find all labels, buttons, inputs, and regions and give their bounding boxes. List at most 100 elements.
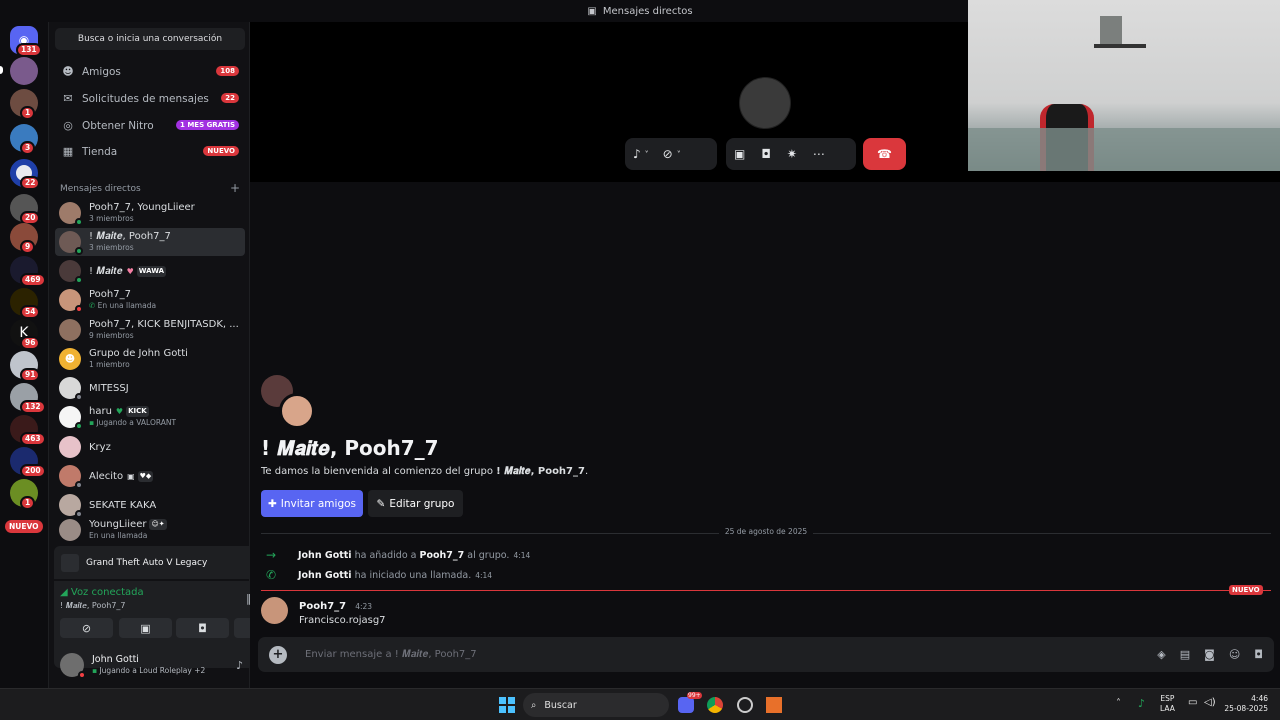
dm-item[interactable]: Pooh7_7, YoungLiieer 3 miembros: [55, 199, 245, 227]
avatar: [59, 465, 83, 489]
message-author[interactable]: Pooh7_7: [299, 601, 346, 612]
server-icon[interactable]: 463: [10, 415, 46, 446]
call-tools: ▣ ◘ ✷ ⋯: [726, 138, 856, 170]
screen-share-button[interactable]: ▣: [119, 618, 172, 638]
emoji-icon[interactable]: ☺: [1229, 648, 1240, 661]
nav-message-requests[interactable]: ✉ Solicitudes de mensajes 22: [55, 87, 245, 111]
server-icon[interactable]: 200: [10, 447, 46, 478]
nav-nitro[interactable]: ◎ Obtener Nitro 1 MES GRATIS: [55, 114, 245, 138]
home-button[interactable]: ◉ 131: [10, 26, 42, 57]
dm-item[interactable]: Alecito ▣ ♥◆: [55, 462, 245, 490]
screen-share-icon[interactable]: ▣: [734, 147, 745, 161]
video-off-icon[interactable]: ⊘: [663, 147, 673, 161]
search-conversation-button[interactable]: Busca o inicia una conversación: [55, 28, 245, 50]
chevron-down-icon[interactable]: ˅: [677, 150, 681, 159]
user-name: John Gotti: [92, 654, 139, 665]
game-icon: ◘: [198, 621, 207, 635]
speaking-avatar[interactable]: [739, 77, 791, 129]
nav-badge: 108: [216, 66, 239, 76]
server-badge: 132: [20, 400, 46, 414]
server-icon[interactable]: 132: [10, 383, 46, 414]
message-composer[interactable]: + Enviar mensaje a ! 𝑴𝒂𝒊𝒕𝒆, Pooh7_7 ◈ ▤ …: [258, 637, 1274, 672]
server-icon[interactable]: [10, 57, 38, 85]
more-icon[interactable]: ⋯: [813, 147, 825, 161]
welcome-suffix: .: [584, 466, 589, 477]
server-badge: 54: [20, 305, 41, 319]
mic-controls[interactable]: ♪ ˅ ⊘ ˅: [625, 138, 717, 170]
status-dot: [78, 671, 86, 679]
nav-friends[interactable]: ☻ Amigos 108: [55, 60, 245, 84]
taskbar-chrome[interactable]: [707, 697, 723, 713]
avatar: [59, 231, 83, 255]
server-icon[interactable]: 9: [10, 223, 38, 254]
dm-item[interactable]: Pooh7_7, KICK BENJITASDK, ... 9 miembros: [55, 316, 245, 344]
volume-icon[interactable]: ◁): [1204, 697, 1216, 708]
gif-icon[interactable]: ▤: [1180, 648, 1190, 661]
clock[interactable]: 4:46 25-08-2025: [1222, 694, 1268, 714]
server-icon[interactable]: 54: [10, 288, 41, 319]
voice-status[interactable]: ◢ Voz conectada: [60, 587, 144, 598]
dm-item[interactable]: SEKATE KAKA: [55, 491, 245, 519]
dm-item[interactable]: ! 𝑴𝒂𝒊𝒕𝒆 ♥ WAWA: [55, 257, 245, 285]
dm-item[interactable]: Pooh7_7 ✆ En una llamada: [55, 286, 245, 314]
user-avatar[interactable]: [60, 653, 86, 679]
add-dm-icon[interactable]: +: [230, 182, 240, 194]
game-icon[interactable]: ◘: [1254, 648, 1263, 661]
dm-item[interactable]: MITESSJ: [55, 374, 245, 402]
server-icon[interactable]: 20: [10, 194, 41, 225]
dm-item[interactable]: haru ♥ KICK ▪ Jugando a VALORANT: [55, 403, 245, 431]
avatar: [59, 406, 83, 430]
server-icon[interactable]: 3: [10, 124, 38, 155]
taskbar-app[interactable]: [766, 697, 782, 713]
camera-preview[interactable]: [968, 0, 1280, 171]
dm-name: YoungLiieer: [89, 519, 147, 530]
mic-tray-icon[interactable]: ♪: [1138, 697, 1145, 710]
game-icon[interactable]: ◘: [761, 147, 771, 161]
dm-item[interactable]: ☻ Grupo de John Gotti 1 miembro: [55, 345, 245, 373]
new-servers-badge[interactable]: NUEVO: [5, 520, 43, 533]
start-button[interactable]: [499, 697, 515, 713]
taskbar-discord[interactable]: 99+: [678, 692, 702, 713]
taskbar-app[interactable]: [737, 697, 753, 713]
composer-placeholder[interactable]: Enviar mensaje a ! 𝑴𝒂𝒊𝒕𝒆, Pooh7_7: [305, 649, 477, 660]
add-attachment-icon[interactable]: +: [269, 645, 287, 664]
camera-off-button[interactable]: ⊘: [60, 618, 113, 638]
taskbar-search[interactable]: ⌕ Buscar: [523, 693, 669, 717]
soundboard-icon[interactable]: ✷: [787, 147, 797, 161]
mic-icon[interactable]: ♪: [236, 659, 243, 672]
server-icon[interactable]: 91: [10, 351, 41, 382]
gift-icon[interactable]: ◈: [1157, 648, 1165, 661]
edit-group-button[interactable]: ✎ Editar grupo: [368, 490, 463, 517]
server-icon[interactable]: 22: [10, 159, 41, 190]
sys-actor[interactable]: John Gotti: [298, 550, 352, 561]
server-icon[interactable]: 469: [10, 256, 46, 287]
nav-shop[interactable]: ▦ Tienda NUEVO: [55, 140, 245, 164]
chevron-down-icon[interactable]: ˅: [645, 150, 649, 159]
dm-section-header: Mensajes directos +: [60, 182, 240, 194]
dm-item-selected[interactable]: ! 𝑴𝒂𝒊𝒕𝒆, Pooh7_7 3 miembros: [55, 228, 245, 256]
language-indicator[interactable]: ESP LAA: [1160, 694, 1175, 714]
server-icon[interactable]: 1: [10, 479, 38, 510]
mic-icon[interactable]: ♪: [633, 147, 641, 161]
chevron-up-icon[interactable]: ˄: [1116, 698, 1121, 709]
sys-actor[interactable]: John Gotti: [298, 570, 352, 581]
avatar: [59, 494, 83, 518]
hangup-button[interactable]: ☎: [863, 138, 906, 170]
dm-item[interactable]: YoungLiieer ☺✦ En una llamada: [55, 518, 245, 542]
sys-target[interactable]: Pooh7_7: [420, 550, 465, 561]
add-user-icon: ✚: [267, 497, 277, 510]
invite-friends-button[interactable]: ✚ Invitar amigos: [261, 490, 363, 517]
dm-item[interactable]: Kryz: [55, 433, 245, 461]
server-icon[interactable]: 1: [10, 89, 38, 120]
sticker-icon[interactable]: ◙: [1204, 648, 1215, 661]
voice-channel-name[interactable]: ! 𝑴𝒂𝒊𝒕𝒆, Pooh7_7: [60, 601, 126, 611]
server-badge: 1: [20, 496, 36, 510]
server-badge: 200: [20, 464, 46, 478]
main-content: ♪ ˅ ⊘ ˅ ▣ ◘ ✷ ⋯ ☎ ! 𝑴𝒂𝒊𝒕𝒆, Pooh7_7 Te da…: [250, 0, 1280, 688]
message-avatar[interactable]: [261, 597, 288, 624]
activities-button[interactable]: ◘: [176, 618, 229, 638]
network-icon[interactable]: ▭: [1188, 697, 1197, 708]
server-icon[interactable]: K 96: [10, 319, 41, 350]
heart-icon: ♥: [115, 407, 124, 416]
dm-name: MITESSJ: [89, 382, 129, 394]
